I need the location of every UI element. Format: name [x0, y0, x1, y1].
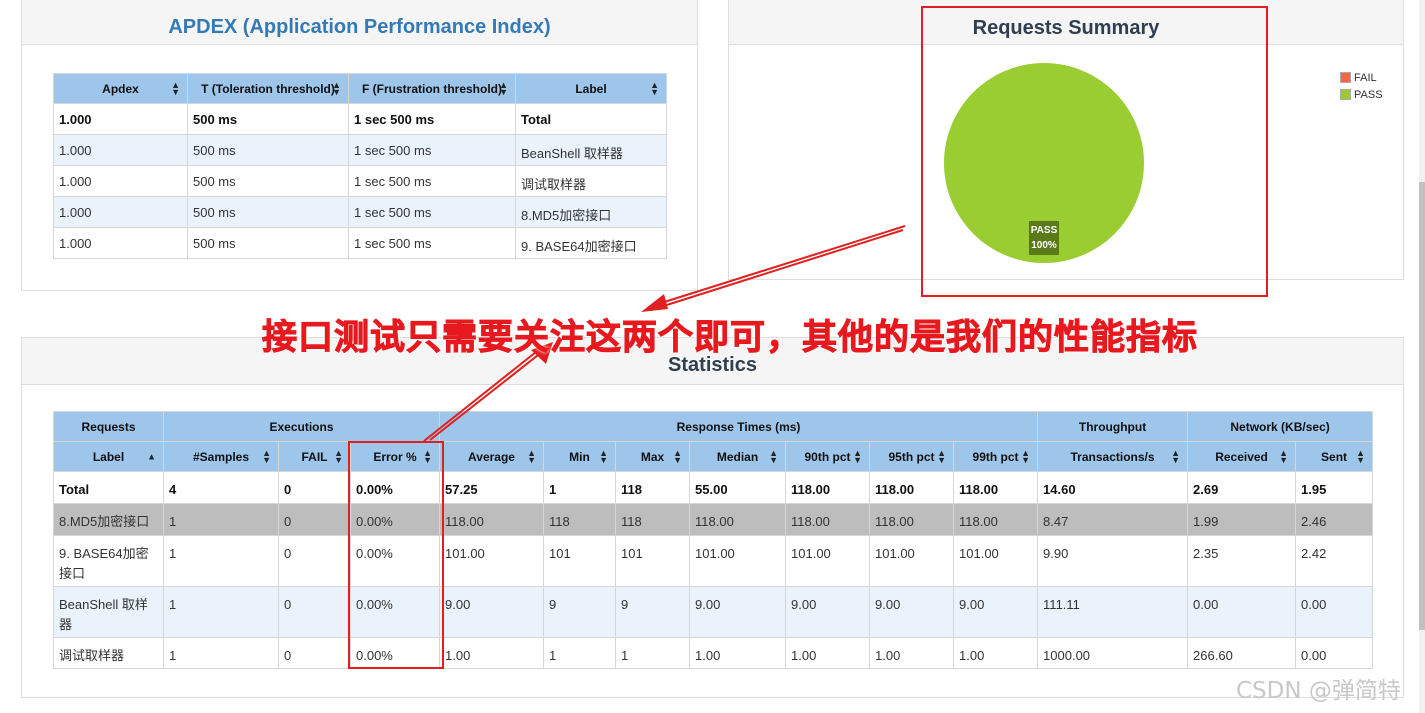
scrollbar-thumb[interactable]	[1419, 182, 1425, 630]
watermark: CSDN @弹简特	[1236, 678, 1401, 704]
arrow-to-error	[429, 347, 548, 441]
arrow-to-summary	[657, 225, 906, 305]
annotation-text: 接口测试只需要关注这两个即可，其他的是我们的性能指标	[261, 318, 1199, 359]
